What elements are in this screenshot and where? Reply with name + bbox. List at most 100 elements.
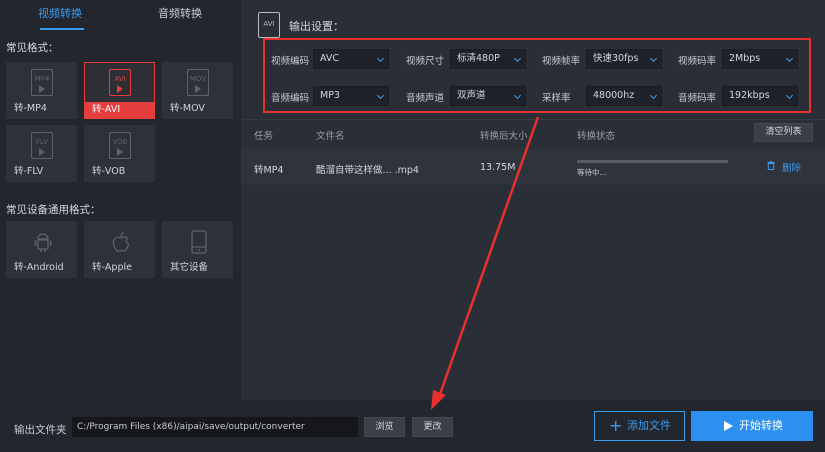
- phone-icon: [191, 230, 207, 254]
- table-row[interactable]: 转MP4 酷溜自带这样做... .mp4 13.75M 等待中... 删除: [241, 148, 825, 185]
- plus-icon: +: [609, 416, 623, 435]
- trash-icon[interactable]: [767, 161, 775, 170]
- output-settings-title: 输出设置：: [289, 20, 344, 33]
- device-formats-title: 常见设备通用格式：: [6, 204, 101, 216]
- audio-channel-select[interactable]: 双声道: [450, 86, 526, 106]
- column-filename: 文件名: [316, 131, 345, 142]
- column-status: 转换状态: [577, 131, 616, 142]
- file-icon-label: FLV: [36, 138, 48, 146]
- format-avi[interactable]: AVI 转-AVI: [84, 62, 155, 119]
- file-icon-label: MOV: [189, 75, 207, 83]
- device-apple[interactable]: 转-Apple: [84, 221, 155, 278]
- frame-rate-label: 视频帧率: [542, 56, 581, 67]
- file-icon-label: MP4: [34, 75, 50, 83]
- apple-icon: [112, 231, 130, 252]
- video-bitrate-select[interactable]: 2Mbps: [722, 49, 798, 69]
- play-icon: [39, 85, 45, 93]
- format-label: 转-MP4: [14, 103, 47, 114]
- play-icon: [117, 85, 123, 93]
- android-icon: [34, 233, 52, 252]
- bottom-bar: 输出文件夹 C:/Program Files (x86)/aipai/save/…: [0, 400, 825, 452]
- chevron-down-icon: [376, 54, 385, 63]
- chevron-down-icon: [376, 91, 385, 100]
- select-value: 192kbps: [729, 90, 770, 101]
- video-file-icon: FLV: [31, 132, 53, 159]
- play-icon: [39, 148, 45, 156]
- select-value: 快速30fps: [593, 53, 639, 64]
- progress-bar: [577, 160, 728, 163]
- start-convert-button[interactable]: 开始转换: [691, 411, 813, 441]
- select-value: MP3: [320, 90, 340, 101]
- output-settings-box: 视频编码 AVC 视频尺寸 标清480P 视频帧率 快速30fps 视频码率 2…: [263, 38, 811, 113]
- play-icon: [117, 148, 123, 156]
- output-folder-label: 输出文件夹: [14, 424, 67, 436]
- format-label: 转-FLV: [14, 166, 44, 177]
- chevron-down-icon: [785, 54, 794, 63]
- output-icon-label: AVI: [263, 20, 275, 28]
- frame-rate-select[interactable]: 快速30fps: [586, 49, 662, 69]
- format-mp4[interactable]: MP4 转-MP4: [6, 62, 77, 119]
- video-file-icon: AVI: [109, 69, 131, 96]
- filename-cell: 酷溜自带这样做... .mp4: [316, 165, 419, 176]
- task-cell: 转MP4: [254, 165, 284, 176]
- device-other[interactable]: 其它设备: [162, 221, 233, 278]
- play-icon: [724, 421, 733, 431]
- size-cell: 13.75M: [480, 162, 516, 173]
- chevron-down-icon: [513, 91, 522, 100]
- device-label: 转-Android: [14, 262, 64, 273]
- video-size-label: 视频尺寸: [406, 56, 445, 67]
- audio-bitrate-label: 音频码率: [678, 93, 717, 104]
- start-convert-label: 开始转换: [739, 419, 783, 432]
- add-file-button[interactable]: + 添加文件: [594, 411, 685, 441]
- file-icon-label: VOB: [112, 138, 128, 146]
- format-mov[interactable]: MOV 转-MOV: [162, 62, 233, 119]
- column-task: 任务: [254, 131, 274, 142]
- format-label: 转-VOB: [92, 166, 126, 177]
- divider: [241, 119, 825, 120]
- tab-bar: 视频转换 音频转换: [0, 0, 241, 32]
- chevron-down-icon: [785, 91, 794, 100]
- select-value: 48000hz: [593, 90, 635, 101]
- format-label: 转-AVI: [85, 102, 154, 118]
- video-file-icon: MP4: [31, 69, 53, 96]
- clear-list-button[interactable]: 清空列表: [754, 123, 813, 142]
- video-bitrate-label: 视频码率: [678, 56, 717, 67]
- select-value: 双声道: [457, 90, 486, 101]
- tab-audio-convert[interactable]: 音频转换: [120, 0, 240, 32]
- format-panel: 视频转换 音频转换 常见格式： MP4 转-MP4 AVI 转-AVI MOV …: [0, 0, 241, 400]
- output-format-icon: AVI: [258, 12, 280, 38]
- video-codec-label: 视频编码: [271, 56, 310, 67]
- tab-video-convert[interactable]: 视频转换: [0, 0, 120, 32]
- delete-link[interactable]: 删除: [782, 160, 801, 174]
- format-vob[interactable]: VOB 转-VOB: [84, 125, 155, 182]
- column-size: 转换后大小: [480, 131, 528, 142]
- sample-rate-label: 采样率: [542, 93, 571, 104]
- sample-rate-select[interactable]: 48000hz: [586, 86, 662, 106]
- video-file-icon: VOB: [109, 132, 131, 159]
- add-file-label: 添加文件: [627, 419, 671, 432]
- status-text: 等待中...: [577, 168, 607, 177]
- common-formats-title: 常见格式：: [6, 42, 59, 54]
- main-panel: AVI 输出设置： 视频编码 AVC 视频尺寸 标清480P 视频帧率 快速30…: [241, 0, 825, 400]
- file-icon-label: AVI: [114, 75, 126, 83]
- format-flv[interactable]: FLV 转-FLV: [6, 125, 77, 182]
- device-label: 其它设备: [170, 262, 209, 273]
- audio-codec-label: 音频编码: [271, 93, 310, 104]
- video-file-icon: MOV: [187, 69, 209, 96]
- audio-bitrate-select[interactable]: 192kbps: [722, 86, 798, 106]
- video-size-select[interactable]: 标清480P: [450, 49, 526, 69]
- format-label: 转-MOV: [170, 103, 205, 114]
- change-button[interactable]: 更改: [412, 417, 453, 437]
- device-android[interactable]: 转-Android: [6, 221, 77, 278]
- chevron-down-icon: [513, 54, 522, 63]
- chevron-down-icon: [649, 91, 658, 100]
- video-codec-select[interactable]: AVC: [313, 49, 389, 69]
- browse-button[interactable]: 浏览: [364, 417, 405, 437]
- output-path-field[interactable]: C:/Program Files (x86)/aipai/save/output…: [72, 417, 358, 437]
- device-label: 转-Apple: [92, 262, 132, 273]
- select-value: 标清480P: [457, 53, 500, 64]
- chevron-down-icon: [649, 54, 658, 63]
- audio-channel-label: 音频声道: [406, 93, 445, 104]
- play-icon: [195, 85, 201, 93]
- audio-codec-select[interactable]: MP3: [313, 86, 389, 106]
